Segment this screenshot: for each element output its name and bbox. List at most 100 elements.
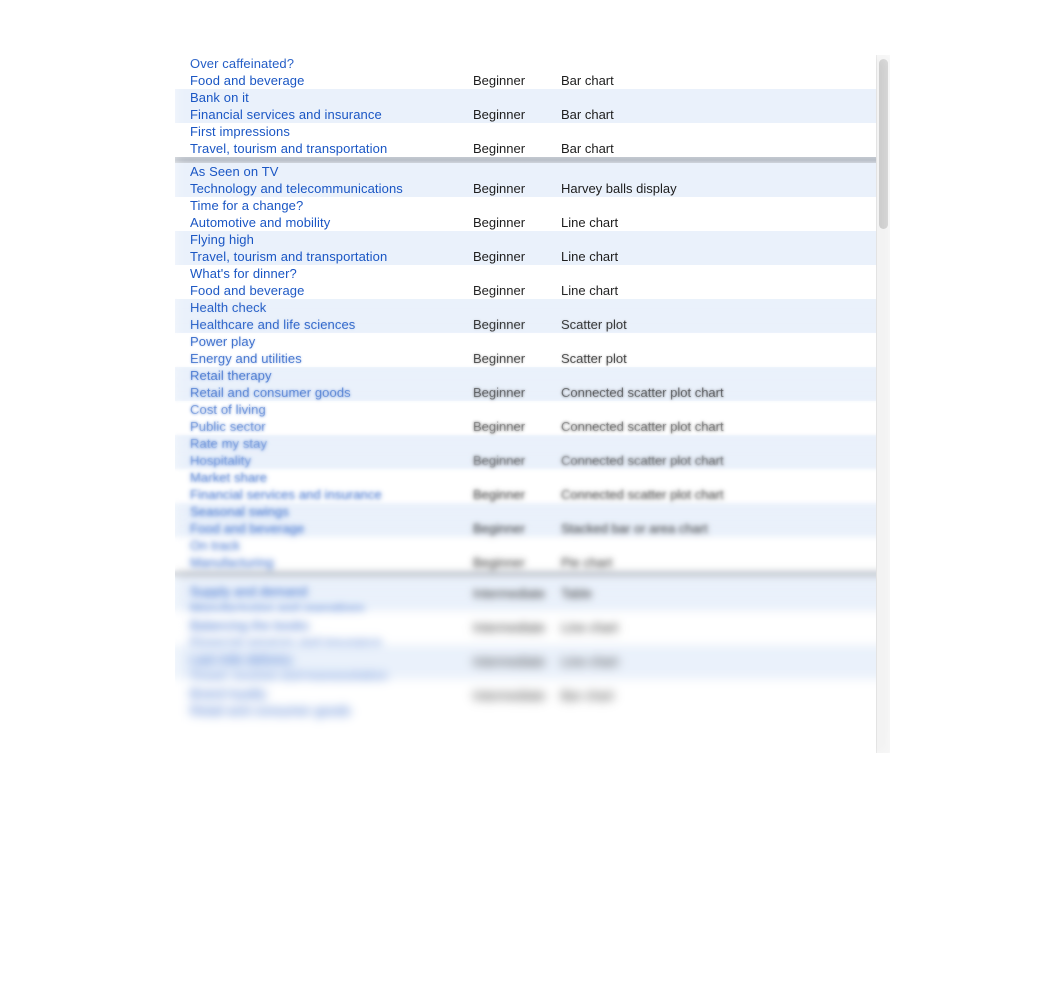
- table-row[interactable]: As Seen on TV Technology and telecommunic…: [175, 163, 890, 197]
- exercise-title-link[interactable]: As Seen on TV: [190, 163, 473, 180]
- exercise-category-link[interactable]: Retail and consumer goods: [190, 702, 473, 719]
- exercise-viz-type-cell: Bar chart: [561, 688, 614, 703]
- exercise-title-link[interactable]: Time for a change?: [190, 197, 473, 214]
- exercise-viz-type-cell: Bar chart: [561, 107, 614, 122]
- table-row[interactable]: Last mile delivery Travel, tourism and tr…: [175, 645, 890, 684]
- exercise-category-link[interactable]: Healthcare and life sciences: [190, 316, 473, 333]
- exercise-viz-type-cell: Bar chart: [561, 141, 614, 156]
- exercise-title-link[interactable]: Health check: [190, 299, 473, 316]
- exercise-title-cell[interactable]: Seasonal swings Food and beverage: [175, 503, 473, 537]
- exercise-category-link[interactable]: Food and beverage: [190, 520, 473, 537]
- exercise-title-link[interactable]: Flying high: [190, 231, 473, 248]
- table-row[interactable]: First impressions Travel, tourism and tra…: [175, 123, 890, 157]
- exercise-category-link[interactable]: Food and beverage: [190, 72, 473, 89]
- exercise-title-link[interactable]: Supply and demand: [190, 583, 473, 600]
- exercise-category-link[interactable]: Energy and utilities: [190, 350, 473, 367]
- exercise-level-cell: Beginner: [473, 107, 526, 122]
- exercise-title-link[interactable]: Rate my stay: [190, 435, 473, 452]
- exercise-title-link[interactable]: Cost of living: [190, 401, 473, 418]
- exercise-viz-type-cell: Pie chart: [561, 555, 613, 570]
- table-row[interactable]: Bank on it Financial services and insuran…: [175, 89, 890, 123]
- exercise-title-link[interactable]: Market share: [190, 469, 473, 486]
- exercise-title-cell[interactable]: Time for a change? Automotive and mobilit…: [175, 197, 473, 231]
- exercise-title-link[interactable]: Over caffeinated?: [190, 55, 473, 72]
- table-row[interactable]: Retail therapy Retail and consumer goods B…: [175, 367, 890, 401]
- exercise-category-link[interactable]: Automotive and mobility: [190, 214, 473, 231]
- exercise-catalog-panel[interactable]: Over caffeinated? Food and beverage Beginn…: [175, 55, 890, 753]
- table-row[interactable]: Market share Financial services and insur…: [175, 469, 890, 503]
- exercise-viz-type-cell: Connected scatter plot chart: [561, 487, 724, 502]
- exercise-title-cell[interactable]: As Seen on TV Technology and telecommunic…: [175, 163, 473, 197]
- table-row[interactable]: Brand loyalty Retail and consumer goods In…: [175, 679, 890, 718]
- exercise-category-link[interactable]: Financial services and insurance: [190, 486, 473, 503]
- scrollbar-thumb[interactable]: [879, 59, 888, 229]
- exercise-category-link[interactable]: Public sector: [190, 418, 473, 435]
- exercise-title-link[interactable]: Power play: [190, 333, 473, 350]
- exercise-title-cell[interactable]: Power play Energy and utilities: [175, 333, 473, 367]
- exercise-title-link[interactable]: Last mile delivery: [190, 651, 473, 668]
- exercise-title-link[interactable]: Balancing the books: [190, 617, 473, 634]
- table-row[interactable]: Cost of living Public sector Beginner Conne…: [175, 401, 890, 435]
- exercise-level-cell: Beginner: [473, 317, 526, 332]
- exercise-level-cell: Intermediate: [473, 654, 546, 669]
- exercise-category-link[interactable]: Retail and consumer goods: [190, 384, 473, 401]
- exercise-viz-type-cell: Line chart: [561, 283, 619, 298]
- exercise-level-cell: Beginner: [473, 215, 526, 230]
- exercise-level-cell: Beginner: [473, 283, 526, 298]
- exercise-category-link[interactable]: Travel, tourism and transportation: [190, 248, 473, 265]
- table-row[interactable]: Time for a change? Automotive and mobilit…: [175, 197, 890, 231]
- vertical-scrollbar[interactable]: [876, 55, 890, 753]
- exercise-title-cell[interactable]: Health check Healthcare and life sciences: [175, 299, 473, 333]
- exercise-level-cell: Beginner: [473, 487, 526, 502]
- exercise-viz-type-cell: Stacked bar or area chart: [561, 521, 708, 536]
- exercise-level-cell: Beginner: [473, 419, 526, 434]
- exercise-title-link[interactable]: Seasonal swings: [190, 503, 473, 520]
- table-row[interactable]: Flying high Travel, tourism and transport…: [175, 231, 890, 265]
- exercise-title-link[interactable]: First impressions: [190, 123, 473, 140]
- exercise-viz-type-cell: Line chart: [561, 620, 619, 635]
- exercise-title-cell[interactable]: Over caffeinated? Food and beverage: [175, 55, 473, 89]
- exercise-title-cell[interactable]: Cost of living Public sector: [175, 401, 473, 435]
- exercise-title-cell[interactable]: Bank on it Financial services and insuran…: [175, 89, 473, 123]
- exercise-level-cell: Beginner: [473, 141, 526, 156]
- exercise-level-cell: Beginner: [473, 385, 526, 400]
- table-row[interactable]: Health check Healthcare and life sciences…: [175, 299, 890, 333]
- exercise-category-link[interactable]: Food and beverage: [190, 282, 473, 299]
- exercise-level-cell: Beginner: [473, 249, 526, 264]
- exercise-viz-type-cell: Connected scatter plot chart: [561, 419, 724, 434]
- exercise-title-link[interactable]: On track: [190, 537, 473, 554]
- exercise-viz-type-cell: Scatter plot: [561, 317, 627, 332]
- exercise-level-cell: Beginner: [473, 555, 526, 570]
- exercise-category-link[interactable]: Manufacturing: [190, 554, 473, 571]
- exercise-level-cell: Beginner: [473, 521, 526, 536]
- exercise-level-cell: Beginner: [473, 181, 526, 196]
- exercise-title-cell[interactable]: On track Manufacturing: [175, 537, 473, 571]
- table-row[interactable]: Seasonal swings Food and beverage Beginner…: [175, 503, 890, 537]
- exercise-title-cell[interactable]: First impressions Travel, tourism and tra…: [175, 123, 473, 157]
- exercise-title-cell[interactable]: What's for dinner? Food and beverage: [175, 265, 473, 299]
- exercise-category-link[interactable]: Hospitality: [190, 452, 473, 469]
- table-row[interactable]: Power play Energy and utilities Beginner Sc…: [175, 333, 890, 367]
- exercise-level-cell: Beginner: [473, 73, 526, 88]
- exercise-title-cell[interactable]: Brand loyalty Retail and consumer goods: [175, 679, 473, 719]
- exercise-level-cell: Intermediate: [473, 688, 546, 703]
- exercise-title-link[interactable]: Brand loyalty: [190, 685, 473, 702]
- exercise-category-link[interactable]: Financial services and insurance: [190, 106, 473, 123]
- exercise-title-link[interactable]: Retail therapy: [190, 367, 473, 384]
- exercise-title-cell[interactable]: Rate my stay Hospitality: [175, 435, 473, 469]
- table-row[interactable]: Supply and demand Manufacturing and opera…: [175, 577, 890, 616]
- table-row[interactable]: On track Manufacturing Beginner Pie chart: [175, 537, 890, 571]
- table-row[interactable]: Over caffeinated? Food and beverage Beginn…: [175, 55, 890, 89]
- exercise-viz-type-cell: Line chart: [561, 654, 619, 669]
- exercise-title-cell[interactable]: Market share Financial services and insur…: [175, 469, 473, 503]
- table-row[interactable]: Balancing the books Financial services an…: [175, 611, 890, 650]
- exercise-viz-type-cell: Table: [561, 586, 593, 601]
- exercise-title-cell[interactable]: Retail therapy Retail and consumer goods: [175, 367, 473, 401]
- exercise-category-link[interactable]: Technology and telecommunications: [190, 180, 473, 197]
- table-row[interactable]: Rate my stay Hospitality Beginner Connected…: [175, 435, 890, 469]
- table-row[interactable]: What's for dinner? Food and beverage Begin…: [175, 265, 890, 299]
- exercise-title-link[interactable]: Bank on it: [190, 89, 473, 106]
- exercise-title-link[interactable]: What's for dinner?: [190, 265, 473, 282]
- exercise-title-cell[interactable]: Flying high Travel, tourism and transport…: [175, 231, 473, 265]
- exercise-category-link[interactable]: Travel, tourism and transportation: [190, 140, 473, 157]
